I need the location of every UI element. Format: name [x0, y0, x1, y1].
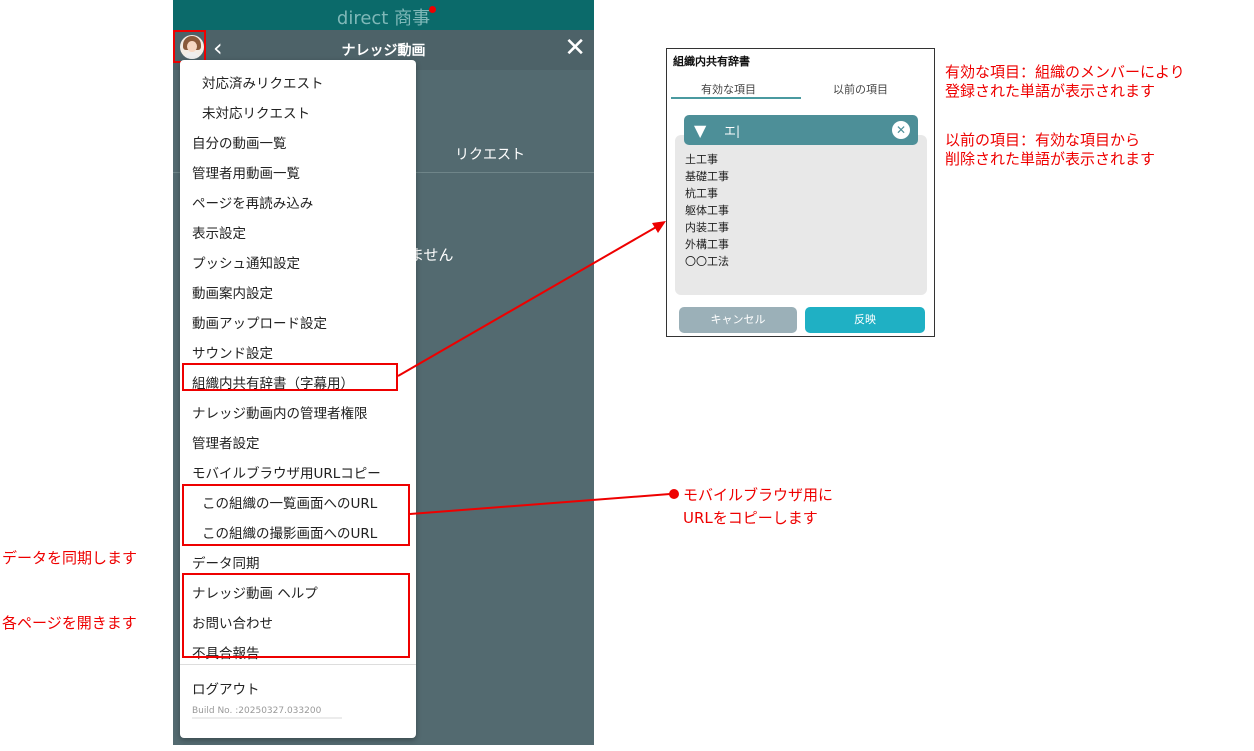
menu-divider [180, 664, 416, 665]
menu-item-mobile-url-copy[interactable]: モバイルブラウザ用URLコピー [192, 462, 381, 482]
word-item: 基礎工事 [685, 170, 729, 183]
filter-bar[interactable]: ▼ エ| ✕ [684, 115, 918, 145]
menu-item-reload-page[interactable]: ページを再読み込み [192, 192, 313, 212]
apply-button[interactable]: 反映 [805, 307, 925, 333]
menu-item-admin-videos[interactable]: 管理者用動画一覧 [192, 162, 300, 182]
build-number-shadow [192, 717, 342, 719]
annotation-previous-line1: 以前の項目：有効な項目から [945, 131, 1141, 149]
menu-item-upload-settings[interactable]: 動画アップロード設定 [192, 312, 327, 332]
word-item: 土工事 [685, 153, 718, 166]
menu-item-data-sync[interactable]: データ同期 [192, 552, 260, 572]
word-item: 内装工事 [685, 221, 729, 234]
tab-active-items[interactable]: 有効な項目 [701, 81, 756, 97]
brand-name: direct 商事 [336, 8, 431, 29]
filter-icon: ▼ [694, 121, 707, 140]
menu-item-sound-settings[interactable]: サウンド設定 [192, 342, 273, 362]
menu-item-display-settings[interactable]: 表示設定 [192, 222, 246, 242]
clear-icon[interactable]: ✕ [892, 121, 910, 139]
active-tab-indicator [671, 97, 801, 99]
annotation-active-line2: 登録された単語が表示されます [945, 82, 1156, 100]
word-item: 杭工事 [685, 187, 718, 200]
menu-item-unhandled-requests[interactable]: 未対応リクエスト [202, 102, 310, 122]
menu-item-handled-requests[interactable]: 対応済みリクエスト [202, 72, 324, 92]
tab-previous-items[interactable]: 以前の項目 [833, 81, 888, 97]
menu-item-video-guide-settings[interactable]: 動画案内設定 [192, 282, 273, 302]
annotation-previous-line2: 削除された単語が表示されます [945, 150, 1156, 168]
app-topbar: direct 商事 [173, 0, 594, 30]
avatar-highlight-box [173, 30, 206, 63]
menu-item-admin-settings[interactable]: 管理者設定 [192, 432, 260, 452]
notification-dot [429, 6, 436, 13]
annotation-active-line1: 有効な項目：組織のメンバーにより [945, 63, 1185, 81]
tab-request[interactable]: リクエスト [455, 144, 525, 164]
menu-item-my-videos[interactable]: 自分の動画一覧 [192, 132, 287, 152]
build-number: Build No. :20250327.033200 [192, 706, 322, 716]
word-item: 躯体工事 [685, 204, 729, 217]
word-item: 〇〇工法 [685, 255, 729, 268]
menu-item-admin-permissions[interactable]: ナレッジ動画内の管理者権限 [192, 402, 368, 422]
page-title: ナレッジ動画 [341, 43, 426, 59]
highlight-shared-dictionary [182, 363, 398, 391]
shared-dictionary-dialog: 組織内共有辞書 有効な項目 以前の項目 ▼ エ| ✕ 土工事 基礎工事 杭工事 … [666, 48, 935, 337]
annotation-pages: 各ページを開きます [2, 614, 137, 632]
close-icon[interactable]: ✕ [564, 33, 586, 63]
highlight-help-items [182, 573, 410, 658]
dialog-title: 組織内共有辞書 [673, 55, 750, 68]
annotation-url-line2: URLをコピーします [683, 509, 818, 527]
menu-item-logout[interactable]: ログアウト [192, 678, 260, 698]
cancel-button[interactable]: キャンセル [679, 307, 797, 333]
highlight-url-items [182, 484, 410, 546]
menu-item-push-settings[interactable]: プッシュ通知設定 [192, 252, 300, 272]
annotation-sync: データを同期します [2, 549, 138, 567]
annotation-url-line1: モバイルブラウザ用に [683, 486, 834, 504]
filter-input[interactable]: エ| [724, 122, 740, 139]
word-item: 外構工事 [685, 238, 729, 251]
